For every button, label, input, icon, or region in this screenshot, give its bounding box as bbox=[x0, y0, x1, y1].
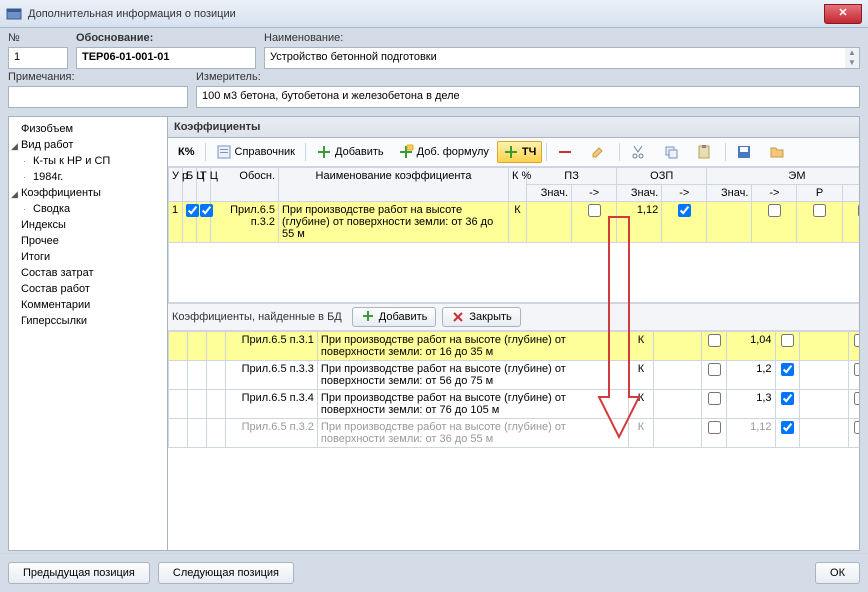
btn-save[interactable] bbox=[730, 141, 761, 163]
app-icon bbox=[6, 6, 22, 22]
table-row[interactable]: Прил.6.5 п.3.4При производстве работ на … bbox=[169, 390, 860, 419]
field-no[interactable]: 1 bbox=[8, 47, 68, 69]
found-grid[interactable]: Прил.6.5 п.3.1При производстве работ на … bbox=[168, 331, 859, 448]
scroll-name[interactable]: ▲▼ bbox=[845, 48, 859, 68]
field-izm[interactable]: 100 м3 бетона, бутобетона и железобетона… bbox=[196, 86, 860, 108]
nav-item[interactable]: ·Итоги bbox=[9, 249, 167, 265]
btn-ok[interactable]: ОК bbox=[815, 562, 860, 584]
btn-prev[interactable]: Предыдущая позиция bbox=[8, 562, 150, 584]
btn-sprav[interactable]: Справочник bbox=[210, 141, 302, 163]
nav-item[interactable]: ·Сводка bbox=[9, 201, 167, 217]
table-row[interactable]: 1 Прил.6.5 п.3.2При производстве работ н… bbox=[169, 202, 860, 243]
panel-header: Коэффициенты bbox=[168, 117, 859, 138]
nav-item[interactable]: ·Индексы bbox=[9, 217, 167, 233]
found-subheader: Коэффициенты, найденные в БД Добавить За… bbox=[168, 303, 859, 331]
toolbar: К% Справочник Добавить Доб. формулу ТЧ bbox=[168, 138, 859, 167]
table-row[interactable]: Прил.6.5 п.3.3При производстве работ на … bbox=[169, 361, 860, 390]
btn-kpct[interactable]: К% bbox=[172, 143, 201, 161]
nav-item[interactable]: ·Гиперссылки bbox=[9, 313, 167, 329]
btn-add[interactable]: Добавить bbox=[310, 141, 390, 163]
label-name: Наименование: bbox=[264, 32, 860, 44]
window-title: Дополнительная информация о позиции bbox=[28, 8, 824, 20]
nav-item[interactable]: ·Состав затрат bbox=[9, 265, 167, 281]
nav-item[interactable]: ·Прочее bbox=[9, 233, 167, 249]
nav-item[interactable]: ◢Коэффициенты bbox=[9, 185, 167, 201]
field-name[interactable]: Устройство бетонной подготовки bbox=[264, 47, 860, 69]
btn-addf[interactable]: Доб. формулу bbox=[392, 141, 495, 163]
label-prim: Примечания: bbox=[8, 71, 188, 83]
nav-item[interactable]: ·Состав работ bbox=[9, 281, 167, 297]
btn-sub-close[interactable]: Закрыть bbox=[442, 307, 520, 327]
nav-item[interactable]: ·К-ты к НР и СП bbox=[9, 153, 167, 169]
table-row[interactable]: Прил.6.5 п.3.1При производстве работ на … bbox=[169, 332, 860, 361]
btn-tc[interactable]: ТЧ bbox=[497, 141, 542, 163]
btn-sub-add[interactable]: Добавить bbox=[352, 307, 437, 327]
btn-cut[interactable] bbox=[624, 141, 655, 163]
btn-next[interactable]: Следующая позиция bbox=[158, 562, 294, 584]
coef-grid[interactable]: У рБ ЦТ Ц Обосн.Наименование коэффициент… bbox=[168, 167, 859, 303]
btn-open[interactable] bbox=[763, 141, 794, 163]
nav-item[interactable]: ·1984г. bbox=[9, 169, 167, 185]
table-row[interactable]: Прил.6.5 п.3.2При производстве работ на … bbox=[169, 419, 860, 448]
nav-item[interactable]: ◢Вид работ bbox=[9, 137, 167, 153]
btn-clear[interactable] bbox=[584, 141, 615, 163]
label-izm: Измеритель: bbox=[196, 71, 860, 83]
btn-copy[interactable] bbox=[657, 141, 688, 163]
btn-paste[interactable] bbox=[690, 141, 721, 163]
nav-tree: ·Физобъем◢Вид работ·К-ты к НР и СП·1984г… bbox=[8, 116, 168, 551]
label-no: № bbox=[8, 32, 68, 44]
btn-remove[interactable] bbox=[551, 141, 582, 163]
footer: Предыдущая позиция Следующая позиция ОК bbox=[0, 553, 868, 592]
close-button[interactable]: ✕ bbox=[824, 4, 862, 24]
field-osn[interactable]: ТЕР06-01-001-01 bbox=[76, 47, 256, 69]
field-prim[interactable] bbox=[8, 86, 188, 108]
title-bar: Дополнительная информация о позиции ✕ bbox=[0, 0, 868, 28]
nav-item[interactable]: ·Физобъем bbox=[9, 121, 167, 137]
nav-item[interactable]: ·Комментарии bbox=[9, 297, 167, 313]
label-osn: Обоснование: bbox=[76, 32, 256, 44]
